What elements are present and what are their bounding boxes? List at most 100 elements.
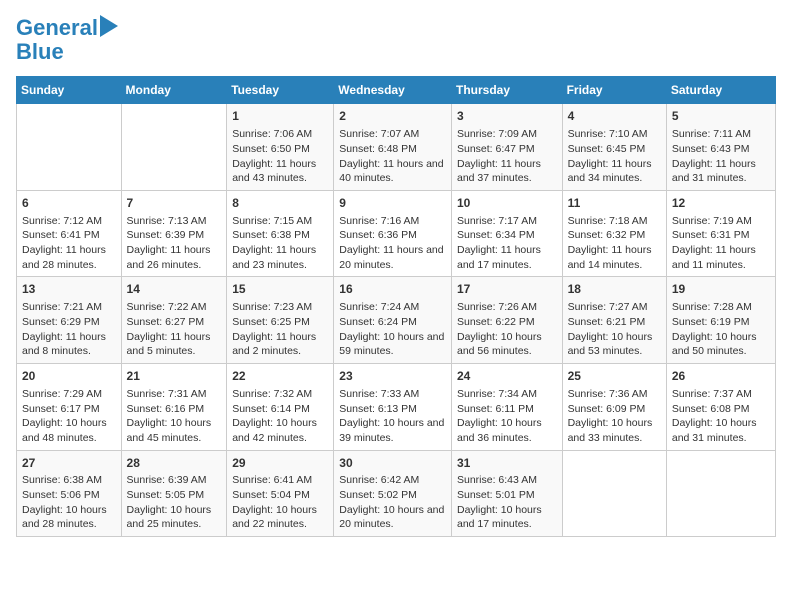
day-info-line: Sunrise: 7:07 AM — [339, 127, 446, 142]
day-info-line: Sunset: 6:48 PM — [339, 142, 446, 157]
header-cell-monday: Monday — [121, 77, 227, 104]
logo-text-blue: Blue — [16, 40, 64, 64]
day-info-line: Sunrise: 6:38 AM — [22, 473, 116, 488]
day-number: 8 — [232, 195, 328, 212]
day-number: 4 — [568, 108, 661, 125]
day-info-line: Sunrise: 7:34 AM — [457, 387, 557, 402]
day-cell: 10Sunrise: 7:17 AMSunset: 6:34 PMDayligh… — [451, 190, 562, 277]
day-info-line: Daylight: 10 hours and 59 minutes. — [339, 330, 446, 359]
day-info-line: Daylight: 10 hours and 48 minutes. — [22, 416, 116, 445]
day-info-line: Sunrise: 7:33 AM — [339, 387, 446, 402]
day-info-line: Sunset: 6:34 PM — [457, 228, 557, 243]
day-info-line: Daylight: 11 hours and 20 minutes. — [339, 243, 446, 272]
logo-text-general: General — [16, 16, 98, 40]
day-cell: 21Sunrise: 7:31 AMSunset: 6:16 PMDayligh… — [121, 364, 227, 451]
day-cell: 4Sunrise: 7:10 AMSunset: 6:45 PMDaylight… — [562, 104, 666, 191]
day-number: 30 — [339, 455, 446, 472]
day-info-line: Sunset: 6:29 PM — [22, 315, 116, 330]
day-cell: 18Sunrise: 7:27 AMSunset: 6:21 PMDayligh… — [562, 277, 666, 364]
day-number: 15 — [232, 281, 328, 298]
day-info-line: Sunset: 6:43 PM — [672, 142, 770, 157]
day-info-line: Sunrise: 7:12 AM — [22, 214, 116, 229]
day-info-line: Sunrise: 7:36 AM — [568, 387, 661, 402]
day-number: 14 — [127, 281, 222, 298]
day-cell: 27Sunrise: 6:38 AMSunset: 5:06 PMDayligh… — [17, 450, 122, 537]
day-info-line: Daylight: 11 hours and 23 minutes. — [232, 243, 328, 272]
day-number: 21 — [127, 368, 222, 385]
day-info-line: Sunset: 6:08 PM — [672, 402, 770, 417]
day-cell — [121, 104, 227, 191]
week-row-3: 20Sunrise: 7:29 AMSunset: 6:17 PMDayligh… — [17, 364, 776, 451]
day-info-line: Daylight: 10 hours and 17 minutes. — [457, 503, 557, 532]
day-info-line: Sunset: 6:25 PM — [232, 315, 328, 330]
day-info-line: Sunset: 6:39 PM — [127, 228, 222, 243]
day-info-line: Daylight: 10 hours and 25 minutes. — [127, 503, 222, 532]
day-number: 17 — [457, 281, 557, 298]
day-info-line: Sunrise: 7:17 AM — [457, 214, 557, 229]
day-info-line: Sunset: 6:09 PM — [568, 402, 661, 417]
day-cell: 22Sunrise: 7:32 AMSunset: 6:14 PMDayligh… — [227, 364, 334, 451]
day-number: 27 — [22, 455, 116, 472]
day-number: 20 — [22, 368, 116, 385]
day-info-line: Sunrise: 7:21 AM — [22, 300, 116, 315]
day-cell: 28Sunrise: 6:39 AMSunset: 5:05 PMDayligh… — [121, 450, 227, 537]
day-info-line: Sunrise: 7:26 AM — [457, 300, 557, 315]
day-info-line: Sunset: 6:38 PM — [232, 228, 328, 243]
day-info-line: Sunset: 6:21 PM — [568, 315, 661, 330]
day-cell: 9Sunrise: 7:16 AMSunset: 6:36 PMDaylight… — [334, 190, 452, 277]
day-info-line: Daylight: 10 hours and 31 minutes. — [672, 416, 770, 445]
day-info-line: Sunrise: 7:28 AM — [672, 300, 770, 315]
day-cell: 24Sunrise: 7:34 AMSunset: 6:11 PMDayligh… — [451, 364, 562, 451]
day-info-line: Daylight: 11 hours and 43 minutes. — [232, 157, 328, 186]
day-number: 28 — [127, 455, 222, 472]
day-cell: 25Sunrise: 7:36 AMSunset: 6:09 PMDayligh… — [562, 364, 666, 451]
day-info-line: Sunrise: 7:11 AM — [672, 127, 770, 142]
day-info-line: Sunset: 6:36 PM — [339, 228, 446, 243]
day-cell: 29Sunrise: 6:41 AMSunset: 5:04 PMDayligh… — [227, 450, 334, 537]
day-cell — [562, 450, 666, 537]
day-cell: 19Sunrise: 7:28 AMSunset: 6:19 PMDayligh… — [666, 277, 775, 364]
day-cell: 14Sunrise: 7:22 AMSunset: 6:27 PMDayligh… — [121, 277, 227, 364]
day-cell: 11Sunrise: 7:18 AMSunset: 6:32 PMDayligh… — [562, 190, 666, 277]
day-info-line: Sunrise: 7:22 AM — [127, 300, 222, 315]
day-info-line: Sunrise: 7:16 AM — [339, 214, 446, 229]
day-info-line: Sunrise: 7:37 AM — [672, 387, 770, 402]
day-info-line: Sunrise: 7:19 AM — [672, 214, 770, 229]
day-info-line: Daylight: 10 hours and 20 minutes. — [339, 503, 446, 532]
day-info-line: Daylight: 11 hours and 28 minutes. — [22, 243, 116, 272]
day-cell: 30Sunrise: 6:42 AMSunset: 5:02 PMDayligh… — [334, 450, 452, 537]
day-cell: 7Sunrise: 7:13 AMSunset: 6:39 PMDaylight… — [121, 190, 227, 277]
day-number: 7 — [127, 195, 222, 212]
week-row-1: 6Sunrise: 7:12 AMSunset: 6:41 PMDaylight… — [17, 190, 776, 277]
day-info-line: Daylight: 11 hours and 31 minutes. — [672, 157, 770, 186]
week-row-0: 1Sunrise: 7:06 AMSunset: 6:50 PMDaylight… — [17, 104, 776, 191]
day-info-line: Sunset: 6:50 PM — [232, 142, 328, 157]
day-number: 11 — [568, 195, 661, 212]
calendar-body: 1Sunrise: 7:06 AMSunset: 6:50 PMDaylight… — [17, 104, 776, 537]
day-info-line: Sunset: 6:22 PM — [457, 315, 557, 330]
day-info-line: Sunrise: 6:39 AM — [127, 473, 222, 488]
day-info-line: Sunrise: 7:24 AM — [339, 300, 446, 315]
day-cell: 20Sunrise: 7:29 AMSunset: 6:17 PMDayligh… — [17, 364, 122, 451]
day-info-line: Daylight: 11 hours and 40 minutes. — [339, 157, 446, 186]
day-info-line: Sunset: 6:41 PM — [22, 228, 116, 243]
day-number: 12 — [672, 195, 770, 212]
day-info-line: Sunset: 6:19 PM — [672, 315, 770, 330]
calendar-header: SundayMondayTuesdayWednesdayThursdayFrid… — [17, 77, 776, 104]
day-info-line: Daylight: 11 hours and 14 minutes. — [568, 243, 661, 272]
day-info-line: Sunrise: 7:06 AM — [232, 127, 328, 142]
day-number: 6 — [22, 195, 116, 212]
day-number: 16 — [339, 281, 446, 298]
day-info-line: Daylight: 10 hours and 50 minutes. — [672, 330, 770, 359]
day-number: 26 — [672, 368, 770, 385]
day-cell: 13Sunrise: 7:21 AMSunset: 6:29 PMDayligh… — [17, 277, 122, 364]
day-info-line: Sunset: 5:01 PM — [457, 488, 557, 503]
day-info-line: Sunset: 5:06 PM — [22, 488, 116, 503]
day-info-line: Sunset: 6:27 PM — [127, 315, 222, 330]
day-number: 10 — [457, 195, 557, 212]
day-info-line: Sunset: 6:47 PM — [457, 142, 557, 157]
day-info-line: Daylight: 10 hours and 53 minutes. — [568, 330, 661, 359]
day-info-line: Daylight: 10 hours and 45 minutes. — [127, 416, 222, 445]
day-cell: 12Sunrise: 7:19 AMSunset: 6:31 PMDayligh… — [666, 190, 775, 277]
day-info-line: Sunrise: 6:42 AM — [339, 473, 446, 488]
